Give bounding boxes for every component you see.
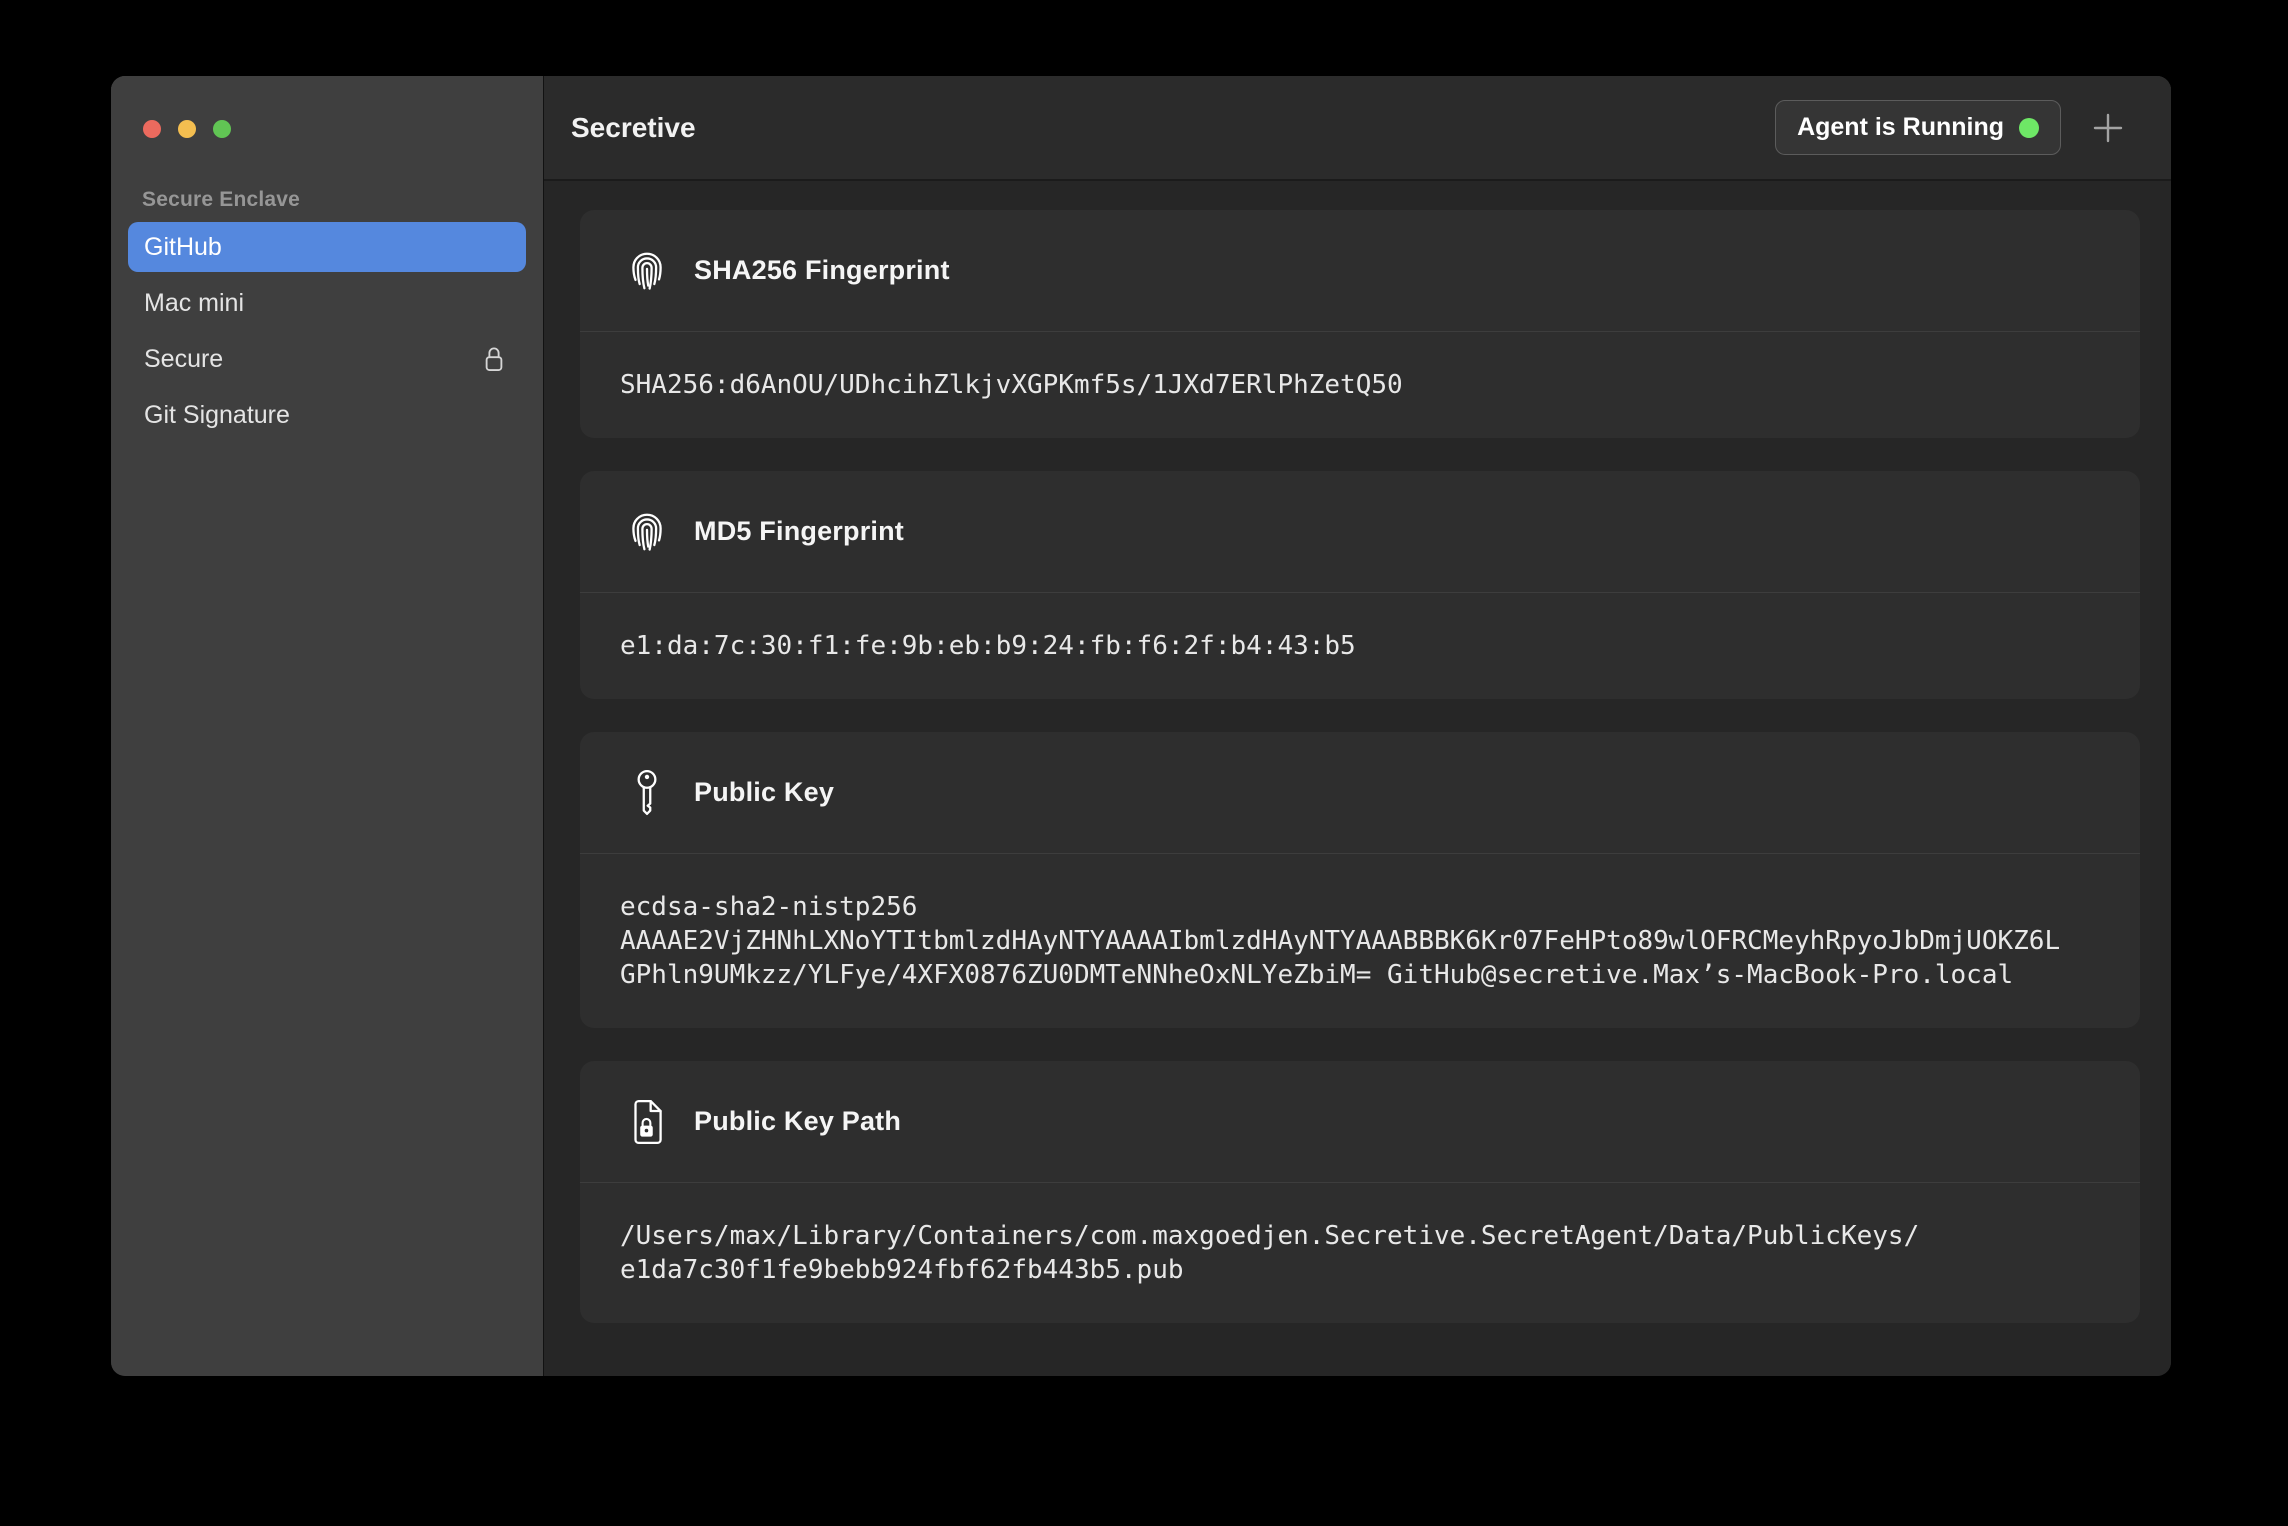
main-panel: Secretive Agent is Running: [544, 76, 2171, 1376]
sidebar-item-label: Secure: [144, 345, 223, 374]
sidebar: Secure Enclave GitHub Mac mini Secure Gi…: [111, 76, 544, 1376]
agent-status-button[interactable]: Agent is Running: [1775, 100, 2061, 155]
doc-lock-icon: [624, 1099, 670, 1145]
app-window: Secure Enclave GitHub Mac mini Secure Gi…: [111, 76, 2171, 1376]
card-header: MD5 Fingerprint: [580, 471, 2140, 593]
sha256-fingerprint-value: SHA256:d6AnOU/UDhcihZlkjvXGPKmf5s/1JXd7E…: [620, 368, 2063, 402]
public-key-path-card: Public Key Path /​Users/​max/​Library/​C…: [580, 1061, 2140, 1323]
card-body: ecdsa-sha2-nistp256 AAAAE2VjZHNhLXNoYTIt…: [580, 854, 2140, 1028]
card-title: Public Key: [694, 777, 834, 808]
card-header: Public Key Path: [580, 1061, 2140, 1183]
toolbar: Secretive Agent is Running: [544, 76, 2171, 181]
sidebar-item-label: Mac mini: [144, 289, 244, 318]
card-header: SHA256 Fingerprint: [580, 210, 2140, 332]
card-title: MD5 Fingerprint: [694, 516, 904, 547]
sha256-fingerprint-card: SHA256 Fingerprint SHA256:d6AnOU/UDhcihZ…: [580, 210, 2140, 438]
agent-status-label: Agent is Running: [1797, 113, 2004, 142]
public-key-path-value: /​Users/​max/​Library/​Containers/​com.m…: [620, 1219, 2063, 1287]
card-title: Public Key Path: [694, 1106, 901, 1137]
plus-icon: [2091, 111, 2125, 145]
zoom-button[interactable]: [213, 120, 231, 138]
md5-fingerprint-value: e1:da:7c:30:f1:fe:9b:eb:b9:24:fb:f6:2f:b…: [620, 629, 2063, 663]
lock-icon: [482, 343, 506, 375]
sidebar-item-git-signature[interactable]: Git Signature: [128, 390, 526, 440]
minimize-button[interactable]: [178, 120, 196, 138]
agent-running-indicator: [2019, 118, 2039, 138]
sidebar-item-mac-mini[interactable]: Mac mini: [128, 278, 526, 328]
card-body: e1:da:7c:30:f1:fe:9b:eb:b9:24:fb:f6:2f:b…: [580, 593, 2140, 699]
sidebar-item-github[interactable]: GitHub: [128, 222, 526, 272]
card-body: SHA256:d6AnOU/UDhcihZlkjvXGPKmf5s/1JXd7E…: [580, 332, 2140, 438]
card-header: Public Key: [580, 732, 2140, 854]
fingerprint-icon: [624, 509, 670, 555]
window-controls: [143, 120, 231, 138]
key-icon: [624, 770, 670, 816]
card-title: SHA256 Fingerprint: [694, 255, 950, 286]
sidebar-item-label: Git Signature: [144, 401, 290, 430]
md5-fingerprint-card: MD5 Fingerprint e1:da:7c:30:f1:fe:9b:eb:…: [580, 471, 2140, 699]
card-body: /​Users/​max/​Library/​Containers/​com.m…: [580, 1183, 2140, 1323]
add-secret-button[interactable]: [2091, 111, 2125, 145]
page-title: Secretive: [571, 112, 1745, 144]
sidebar-section-label: Secure Enclave: [128, 188, 526, 212]
sidebar-item-secure[interactable]: Secure: [128, 334, 526, 384]
sidebar-item-label: GitHub: [144, 233, 222, 262]
close-button[interactable]: [143, 120, 161, 138]
public-key-value: ecdsa-sha2-nistp256 AAAAE2VjZHNhLXNoYTIt…: [620, 890, 2063, 992]
key-detail: SHA256 Fingerprint SHA256:d6AnOU/UDhcihZ…: [544, 181, 2171, 1376]
fingerprint-icon: [624, 248, 670, 294]
public-key-card: Public Key ecdsa-sha2-nistp256 AAAAE2VjZ…: [580, 732, 2140, 1028]
